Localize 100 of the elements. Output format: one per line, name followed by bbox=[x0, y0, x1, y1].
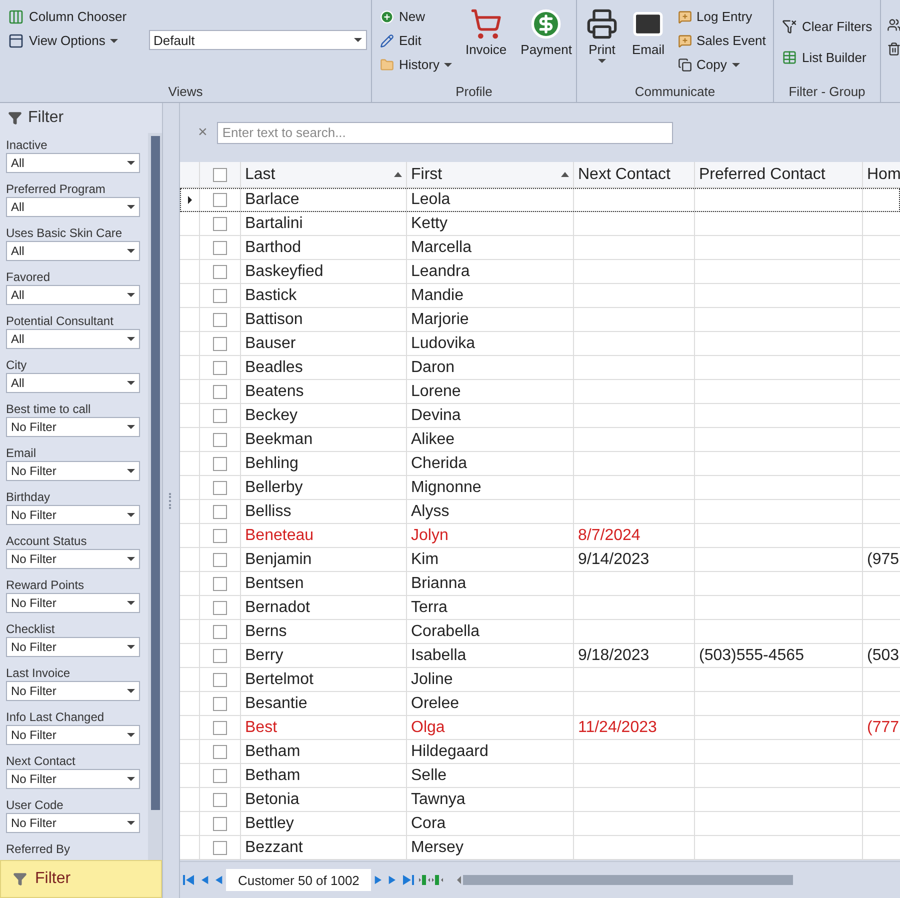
filter-select[interactable]: No Filter bbox=[6, 417, 140, 437]
print-button[interactable]: Print bbox=[583, 6, 621, 84]
table-cell: Beneteau bbox=[245, 526, 314, 544]
filter-button[interactable]: Filter bbox=[0, 860, 162, 898]
checkbox[interactable] bbox=[213, 384, 227, 398]
checkbox[interactable] bbox=[213, 528, 227, 542]
history-button[interactable]: History bbox=[378, 54, 454, 75]
checkbox[interactable] bbox=[213, 240, 227, 254]
table-cell: Beatens bbox=[245, 382, 304, 400]
checkbox[interactable] bbox=[213, 192, 227, 206]
filter-select[interactable]: No Filter bbox=[6, 549, 140, 569]
filter-label: Referred By bbox=[6, 842, 72, 857]
panel-icon bbox=[8, 32, 24, 48]
checkbox[interactable] bbox=[213, 456, 227, 470]
new-button[interactable]: New bbox=[378, 6, 454, 27]
column-header[interactable]: Last bbox=[241, 162, 407, 187]
checkbox[interactable] bbox=[213, 168, 227, 182]
scrollbar-thumb[interactable] bbox=[150, 136, 160, 810]
invoice-button[interactable]: Invoice bbox=[462, 6, 510, 84]
last-record-button[interactable] bbox=[401, 874, 416, 886]
column-resize-icon[interactable] bbox=[417, 874, 446, 886]
checkbox[interactable] bbox=[213, 432, 227, 446]
column-chooser-button[interactable]: Column Chooser bbox=[6, 6, 129, 27]
column-header[interactable]: First bbox=[407, 162, 574, 187]
filter-select[interactable]: No Filter bbox=[6, 769, 140, 789]
view-select[interactable]: Default bbox=[148, 30, 367, 50]
table-cell: Cora bbox=[411, 814, 446, 832]
filter-select[interactable]: No Filter bbox=[6, 681, 140, 701]
vertical-scrollbar[interactable] bbox=[148, 133, 162, 860]
checkbox[interactable] bbox=[213, 480, 227, 494]
group-title: Filter - Group bbox=[788, 84, 866, 100]
checkbox[interactable] bbox=[213, 672, 227, 686]
view-options-button[interactable]: View Options bbox=[6, 30, 129, 51]
filter-select[interactable]: All bbox=[6, 153, 140, 173]
filter-select[interactable]: All bbox=[6, 329, 140, 349]
table-cell: Behling bbox=[245, 454, 298, 472]
filter-select[interactable]: No Filter bbox=[6, 505, 140, 525]
table-cell: Bettley bbox=[245, 814, 294, 832]
table-cell: Alikee bbox=[411, 430, 455, 448]
filter-select[interactable]: All bbox=[6, 285, 140, 305]
trash-icon[interactable] bbox=[887, 42, 900, 56]
filter-select[interactable]: No Filter bbox=[6, 461, 140, 481]
filter-select[interactable]: No Filter bbox=[6, 593, 140, 613]
table-cell: Barlace bbox=[245, 190, 300, 208]
first-record-button[interactable] bbox=[182, 874, 196, 886]
checkbox[interactable] bbox=[213, 840, 227, 854]
list-builder-button[interactable]: List Builder bbox=[780, 47, 874, 68]
column-header[interactable]: Preferred Contact bbox=[695, 162, 863, 187]
checkbox[interactable] bbox=[213, 504, 227, 518]
filter-select[interactable]: No Filter bbox=[6, 813, 140, 833]
checkbox[interactable] bbox=[213, 624, 227, 638]
table-cell: Marcella bbox=[411, 238, 472, 256]
filter-label: Last Invoice bbox=[6, 666, 72, 681]
edit-button[interactable]: Edit bbox=[378, 30, 454, 51]
checkbox[interactable] bbox=[213, 816, 227, 830]
filter-select[interactable]: No Filter bbox=[6, 637, 140, 657]
checkbox[interactable] bbox=[213, 720, 227, 734]
column-header[interactable]: Hom bbox=[863, 162, 900, 187]
checkbox[interactable] bbox=[213, 216, 227, 230]
filter-select[interactable]: No Filter bbox=[6, 725, 140, 745]
copy-icon bbox=[678, 58, 692, 72]
filter-label: Preferred Program bbox=[6, 182, 106, 197]
checkbox[interactable] bbox=[213, 408, 227, 422]
checkbox[interactable] bbox=[213, 576, 227, 590]
checkbox[interactable] bbox=[213, 336, 227, 350]
panel-title: Filter bbox=[28, 109, 64, 127]
table-cell: Battison bbox=[245, 310, 303, 328]
email-button[interactable]: Email bbox=[629, 6, 668, 84]
checkbox[interactable] bbox=[213, 792, 227, 806]
filter-label: Checklist bbox=[6, 622, 56, 637]
filter-select[interactable]: All bbox=[6, 197, 140, 217]
search-field[interactable]: Enter text to search... bbox=[217, 122, 674, 144]
checkbox[interactable] bbox=[213, 600, 227, 614]
log-entry-button[interactable]: Log Entry bbox=[676, 6, 768, 27]
filter-label: Birthday bbox=[6, 490, 52, 505]
table-cell: Marjorie bbox=[411, 310, 469, 328]
sales-event-button[interactable]: Sales Event bbox=[676, 30, 768, 51]
checkbox[interactable] bbox=[213, 768, 227, 782]
checkbox[interactable] bbox=[213, 696, 227, 710]
checkbox[interactable] bbox=[213, 360, 227, 374]
checkbox[interactable] bbox=[213, 552, 227, 566]
copy-button[interactable]: Copy bbox=[676, 54, 768, 75]
checkbox[interactable] bbox=[213, 648, 227, 662]
filter-select[interactable]: All bbox=[6, 373, 140, 393]
filter-label: Reward Points bbox=[6, 578, 86, 593]
column-header[interactable]: Next Contact bbox=[574, 162, 695, 187]
checkbox[interactable] bbox=[213, 264, 227, 278]
checkbox[interactable] bbox=[213, 312, 227, 326]
group-title: Views bbox=[167, 84, 204, 100]
filter-label: Inactive bbox=[6, 138, 48, 153]
row-pointer-icon bbox=[188, 196, 192, 204]
table-cell: Leandra bbox=[411, 262, 470, 280]
clear-filters-button[interactable]: Clear Filters bbox=[780, 16, 874, 37]
users-icon[interactable] bbox=[887, 18, 900, 32]
payment-button[interactable]: Payment bbox=[518, 6, 575, 84]
splitter-grip[interactable] bbox=[169, 492, 173, 508]
filter-select[interactable]: All bbox=[6, 241, 140, 261]
checkbox[interactable] bbox=[213, 744, 227, 758]
table-cell: Orelee bbox=[411, 694, 460, 712]
checkbox[interactable] bbox=[213, 288, 227, 302]
